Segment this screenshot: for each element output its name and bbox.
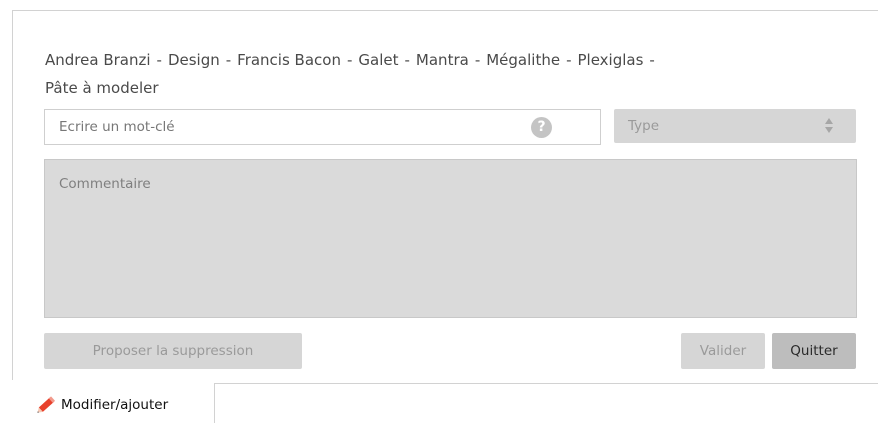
tag-list: Andrea Branzi - Design - Francis Bacon - Galet… [45, 46, 835, 102]
type-select-label: Type [628, 118, 660, 134]
tag-plexiglas[interactable]: Plexiglas [578, 51, 644, 69]
tab-content-area [214, 383, 878, 423]
tag-separator: - [346, 51, 353, 69]
tag-francis-bacon[interactable]: Francis Bacon [237, 51, 341, 69]
tag-separator: - [649, 51, 655, 69]
select-arrows-icon [824, 116, 834, 136]
type-select[interactable]: Type [614, 109, 856, 143]
tag-separator: - [566, 51, 572, 69]
keyword-field: ? [44, 109, 601, 145]
quit-button[interactable]: Quitter [772, 333, 856, 369]
validate-button[interactable]: Valider [681, 333, 765, 369]
help-icon[interactable]: ? [531, 117, 552, 138]
tag-separator: - [156, 51, 162, 69]
pencil-icon [37, 396, 56, 413]
tab-modifier-ajouter[interactable]: Modifier/ajouter [33, 395, 168, 415]
tag-mantra[interactable]: Mantra [416, 51, 469, 69]
tag-andrea-branzi[interactable]: Andrea Branzi [45, 51, 151, 69]
keyword-input[interactable] [45, 110, 539, 144]
tag-pate-a-modeler[interactable]: Pâte à modeler [45, 79, 159, 97]
tag-separator: - [404, 51, 410, 69]
propose-deletion-button[interactable]: Proposer la suppression [44, 333, 302, 369]
tag-galet[interactable]: Galet [358, 51, 398, 69]
tag-separator: - [474, 51, 481, 69]
tab-label: Modifier/ajouter [61, 397, 169, 413]
tag-design[interactable]: Design [168, 51, 220, 69]
comment-textarea[interactable] [44, 159, 857, 318]
tag-separator: - [225, 51, 232, 69]
tag-megalithe[interactable]: Mégalithe [486, 51, 560, 69]
